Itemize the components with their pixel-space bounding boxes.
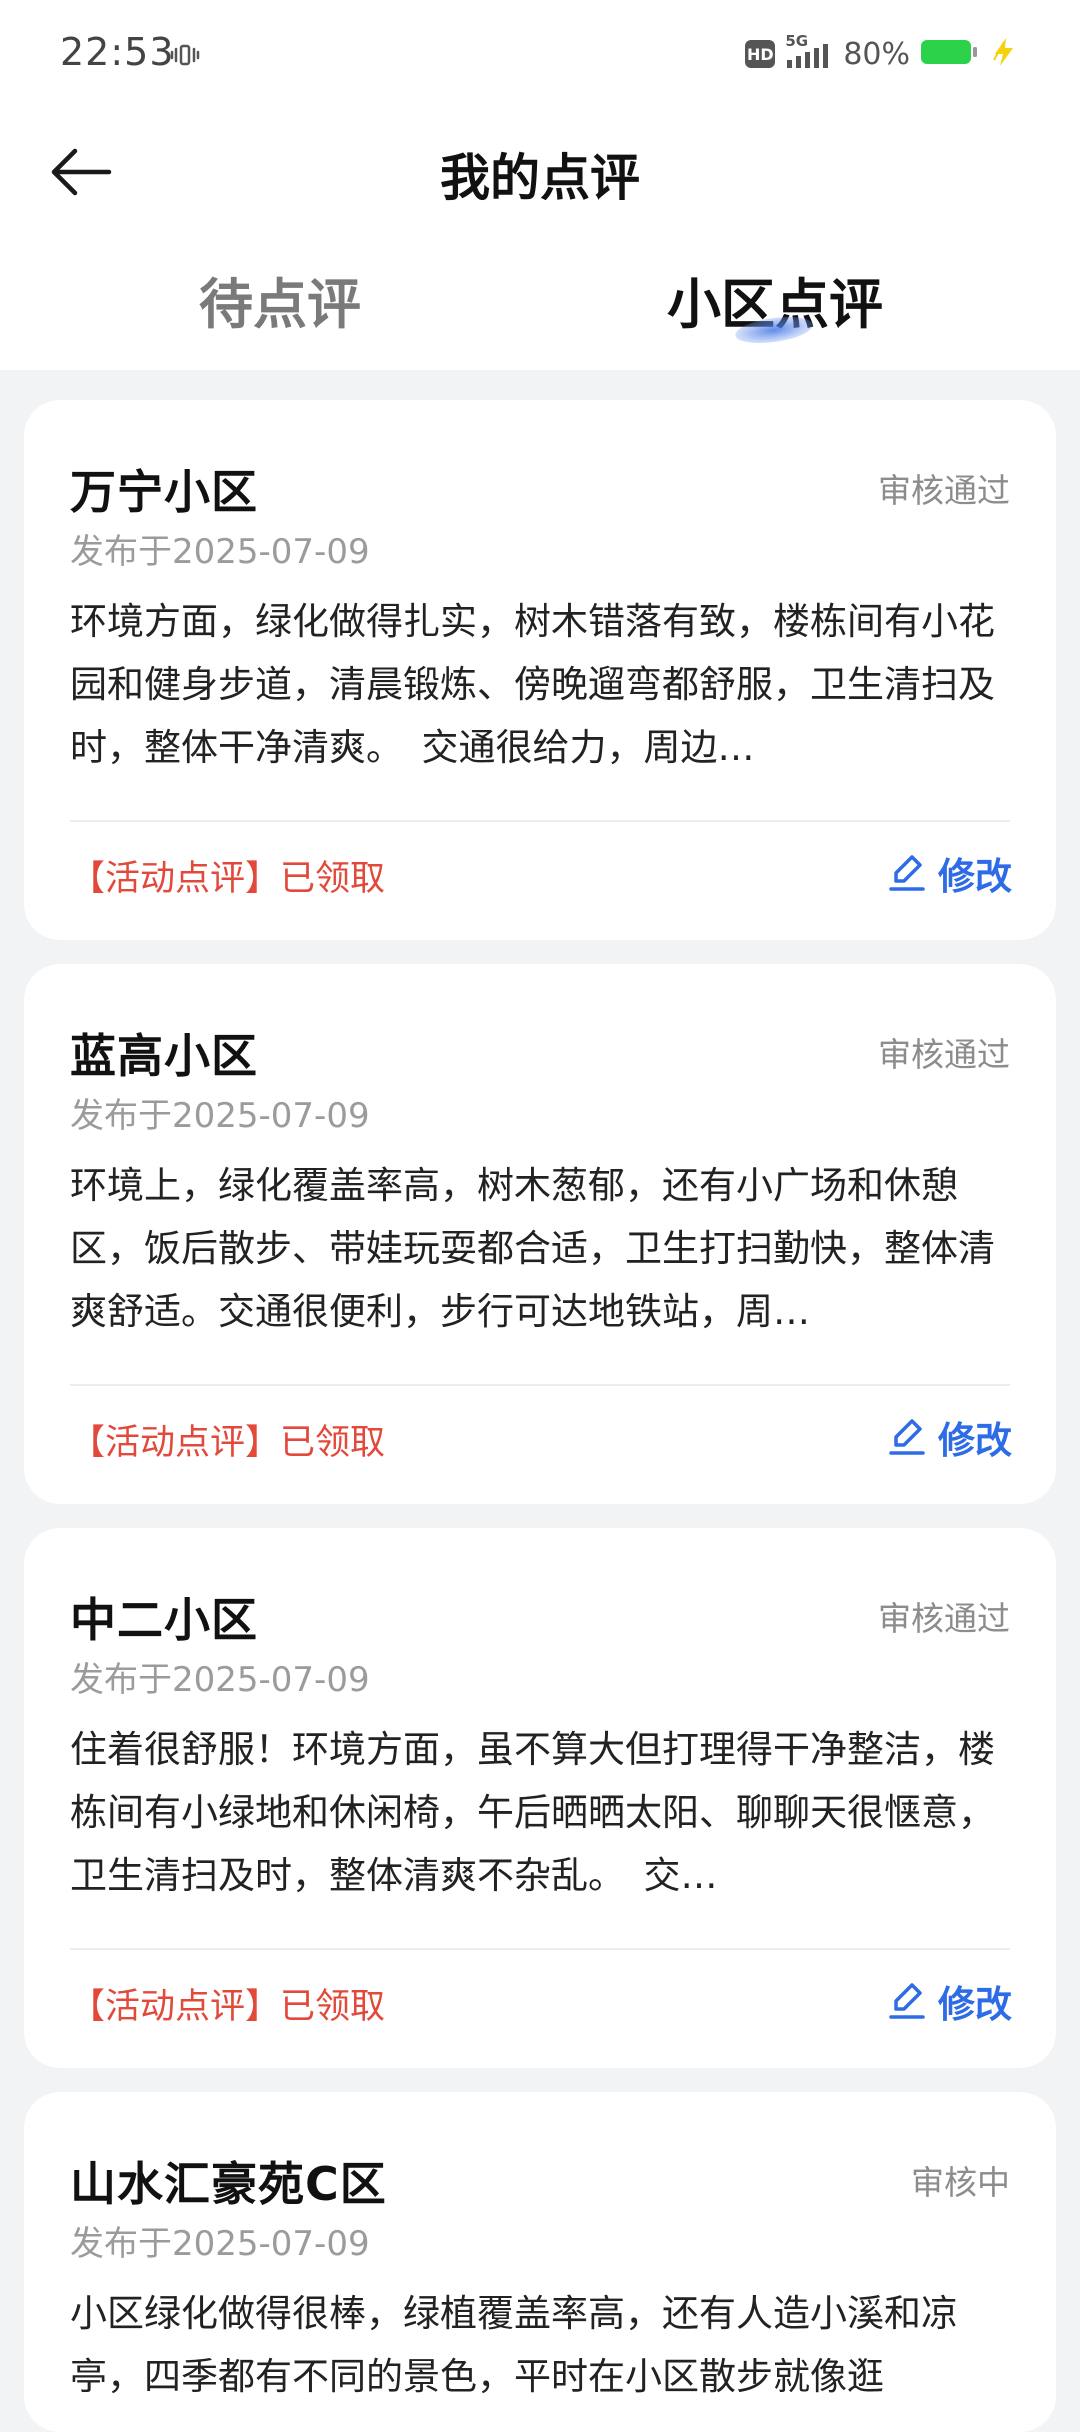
card-divider — [70, 820, 1010, 822]
review-status: 审核通过 — [878, 1599, 1010, 1638]
hd-badge: HD — [745, 40, 776, 68]
review-status: 审核通过 — [878, 1035, 1010, 1074]
top-header-area: 22:53 HD 5G 80% 我的点评 待点评 小区点评 — [0, 0, 1080, 370]
publish-date: 发布于2025-07-09 — [70, 1660, 370, 1700]
review-status: 审核通过 — [878, 471, 1010, 510]
page-title: 我的点评 — [440, 149, 640, 207]
review-text: 住着很舒服！环境方面，虽不算大但打理得干净整洁，楼栋间有小绿地和休闲椅，午后晒晒… — [70, 1728, 995, 1897]
review-card[interactable]: 山水汇豪苑C区 审核中 发布于2025-07-09 小区绿化做得很棒，绿植覆盖率… — [24, 2092, 1056, 2432]
card-divider — [70, 1384, 1010, 1386]
review-card[interactable]: 蓝高小区 审核通过 发布于2025-07-09 环境上，绿化覆盖率高，树木葱郁，… — [24, 964, 1056, 1504]
review-text: 环境方面，绿化做得扎实，树木错落有致，楼栋间有小花园和健身步道，清晨锻炼、傍晚遛… — [70, 600, 995, 769]
review-tabs: 待点评 小区点评 — [0, 250, 1080, 360]
card-divider — [70, 1948, 1010, 1950]
edit-label: 修改 — [938, 1983, 1012, 2026]
community-name: 山水汇豪苑C区 — [70, 2157, 387, 2211]
status-right-group: HD 5G 80% — [745, 32, 1018, 74]
edit-button[interactable]: 修改 — [888, 1974, 1012, 2028]
community-name: 万宁小区 — [70, 465, 258, 519]
activity-tag: 【活动点评】已领取 — [70, 1423, 386, 1463]
review-text: 小区绿化做得很棒，绿植覆盖率高，还有人造小溪和凉亭，四季都有不同的景色，平时在小… — [70, 2292, 958, 2398]
publish-date: 发布于2025-07-09 — [70, 532, 370, 572]
edit-icon — [889, 1983, 925, 2019]
publish-date: 发布于2025-07-09 — [70, 1096, 370, 1136]
battery-percent: 80% — [843, 36, 910, 72]
review-card[interactable]: 万宁小区 审核通过 发布于2025-07-09 环境方面，绿化做得扎实，树木错落… — [24, 400, 1056, 940]
review-card[interactable]: 中二小区 审核通过 发布于2025-07-09 住着很舒服！环境方面，虽不算大但… — [24, 1528, 1056, 2068]
edit-button[interactable]: 修改 — [888, 846, 1012, 900]
tab-pending-reviews[interactable]: 待点评 — [130, 260, 430, 339]
community-name: 中二小区 — [70, 1593, 258, 1647]
review-status: 审核中 — [911, 2163, 1010, 2202]
community-name: 蓝高小区 — [70, 1029, 258, 1083]
status-bar: 22:53 HD 5G 80% — [0, 0, 1080, 118]
status-time: 22:53 — [60, 30, 175, 74]
vibrate-icon — [168, 42, 202, 72]
activity-tag: 【活动点评】已领取 — [70, 1987, 386, 2027]
edit-icon — [889, 1419, 925, 1455]
battery-icon — [920, 37, 980, 71]
cell-signal-icon: 5G — [785, 32, 833, 72]
edit-label: 修改 — [938, 855, 1012, 898]
edit-icon — [889, 855, 925, 891]
review-text: 环境上，绿化覆盖率高，树木葱郁，还有小广场和休憩区，饭后散步、带娃玩耍都合适，卫… — [70, 1164, 995, 1333]
edit-button[interactable]: 修改 — [888, 1410, 1012, 1464]
publish-date: 发布于2025-07-09 — [70, 2224, 370, 2264]
navigation-bar: 我的点评 — [0, 118, 1080, 228]
edit-label: 修改 — [938, 1419, 1012, 1462]
charging-icon — [990, 36, 1018, 72]
activity-tag: 【活动点评】已领取 — [70, 859, 386, 899]
